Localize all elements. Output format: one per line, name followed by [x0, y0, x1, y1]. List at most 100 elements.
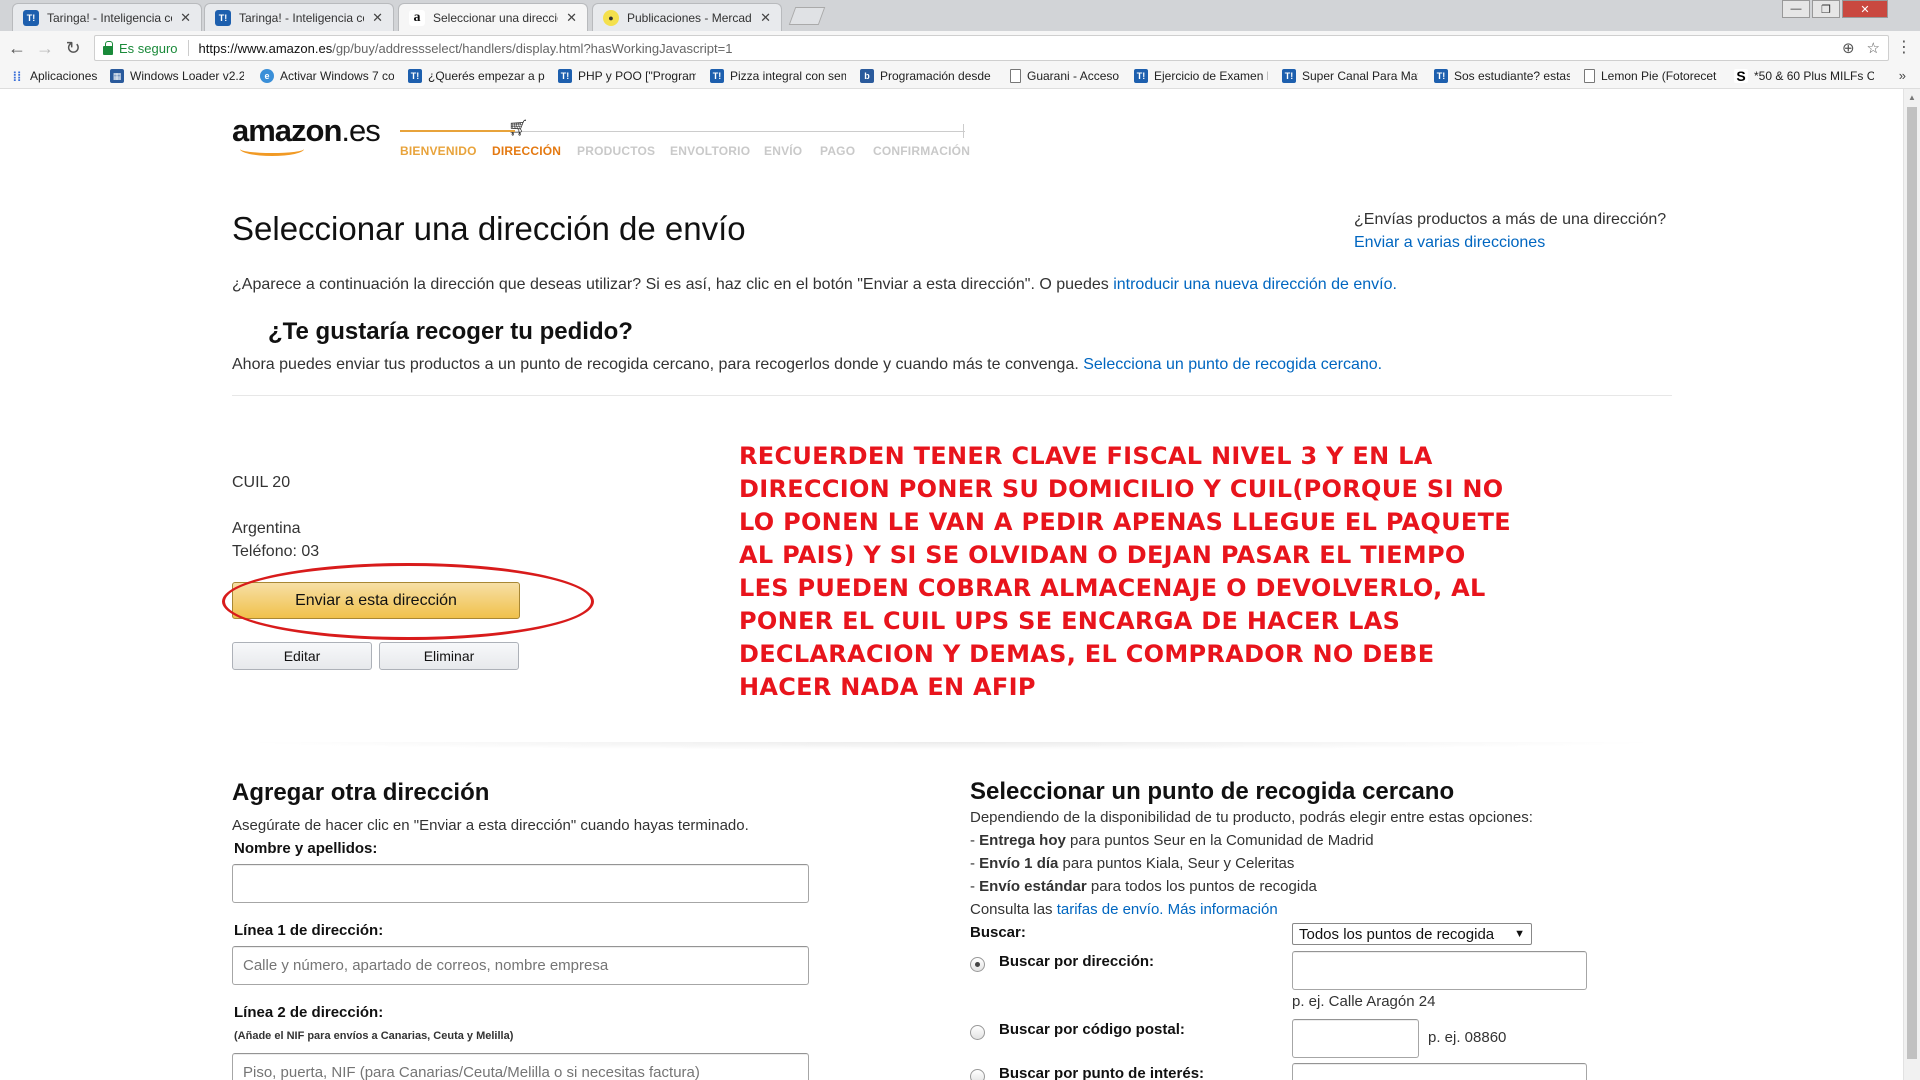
- page-icon: [1010, 69, 1021, 83]
- tab-title: Taringa! - Inteligencia co: [47, 10, 173, 25]
- omnibox-actions: ⊕ ☆: [1842, 39, 1880, 57]
- bookmarks-bar: ⁞⁞ Aplicaciones ▦ Windows Loader v2.2 e Act…: [0, 65, 1920, 89]
- pickup-type-select[interactable]: Todos los puntos de recogida ▼: [1292, 923, 1532, 945]
- address-bar[interactable]: Es seguro https://www.amazon.es/gp/buy/a…: [94, 35, 1889, 61]
- tab-close-icon[interactable]: ✕: [566, 10, 577, 26]
- address-example: p. ej. Calle Aragón 24: [1292, 993, 1436, 1010]
- pickup-paragraph: Ahora puedes enviar tus productos a un p…: [232, 356, 1382, 374]
- pickup-option-text: para todos los puntos de recogida: [1086, 878, 1317, 895]
- section-divider: [232, 395, 1672, 396]
- bookmarks-more-icon[interactable]: »: [1899, 68, 1906, 83]
- bookmark-item[interactable]: T! Super Canal Para Mat: [1282, 69, 1418, 83]
- postcode-example: p. ej. 08860: [1428, 1029, 1507, 1046]
- new-tab-button[interactable]: [788, 7, 826, 25]
- select-value: Todos los puntos de recogida: [1299, 925, 1495, 943]
- back-arrow-icon[interactable]: ←: [6, 37, 28, 59]
- pickup-point-desc: Dependiendo de la disponibilidad de tu p…: [970, 809, 1533, 826]
- taringa-icon: T!: [1282, 69, 1296, 83]
- restore-icon[interactable]: ❐: [1812, 0, 1840, 18]
- multi-address-link[interactable]: Enviar a varias direcciones: [1354, 234, 1545, 252]
- taringa-icon: T!: [558, 69, 572, 83]
- taringa-icon: T!: [710, 69, 724, 83]
- bookmark-item[interactable]: T! PHP y POO ["Program: [558, 69, 696, 83]
- page-icon: [1584, 69, 1595, 83]
- bookmark-item[interactable]: Guarani - Acceso: [1010, 69, 1122, 83]
- address-line2-label: Línea 2 de dirección:: [234, 1004, 384, 1021]
- bookmark-label: Programación desde: [880, 69, 991, 83]
- pickup-point-link[interactable]: Selecciona un punto de recogida cercano.: [1083, 356, 1382, 373]
- bookmark-label: Guarani - Acceso: [1027, 69, 1120, 83]
- mercadolibre-favicon-icon: ●: [603, 9, 619, 26]
- tab-title: Taringa! - Inteligencia co: [239, 10, 365, 25]
- window-close-icon[interactable]: ✕: [1842, 0, 1888, 18]
- pickup-option-bold: Envío estándar: [979, 878, 1087, 895]
- bookmark-item[interactable]: T! Sos estudiante? estas: [1434, 69, 1570, 83]
- bookmark-apps[interactable]: ⁞⁞ Aplicaciones: [10, 69, 102, 83]
- address-line2-input[interactable]: [232, 1053, 809, 1080]
- browser-toolbar: ← → ↻ Es seguro https://www.amazon.es/gp…: [0, 31, 1920, 65]
- poi-input[interactable]: [1292, 1063, 1587, 1080]
- address-line1-input[interactable]: [232, 946, 809, 985]
- step-envio: ENVÍO: [764, 144, 803, 158]
- search-by-address-label: Buscar por dirección:: [999, 953, 1155, 970]
- zoom-icon[interactable]: ⊕: [1842, 39, 1855, 57]
- edit-address-button[interactable]: Editar: [232, 642, 372, 670]
- amazon-smile-icon: [240, 142, 304, 156]
- tab-close-icon[interactable]: ✕: [180, 10, 191, 26]
- new-address-link[interactable]: introducir una nueva dirección de envío.: [1113, 276, 1397, 293]
- bookmark-item[interactable]: ▦ Windows Loader v2.2: [110, 69, 244, 83]
- pickup-option-text: para puntos Seur en la Comunidad de Madr…: [1065, 832, 1374, 849]
- bookmark-star-icon[interactable]: ☆: [1867, 39, 1880, 57]
- scroll-up-icon[interactable]: ▲: [1908, 93, 1916, 102]
- page-scrollbar[interactable]: ▲: [1903, 89, 1920, 1080]
- taringa-icon: T!: [1434, 69, 1448, 83]
- bookmark-label: PHP y POO ["Program: [578, 69, 696, 83]
- tab-close-icon[interactable]: ✕: [372, 10, 383, 26]
- search-by-poi-radio[interactable]: [970, 1069, 985, 1080]
- name-input[interactable]: [232, 864, 809, 903]
- add-address-subtitle: Asegúrate de hacer clic en "Enviar a est…: [232, 817, 749, 834]
- bookmark-item[interactable]: b Programación desde: [860, 69, 994, 83]
- address-country: Argentina: [232, 520, 301, 537]
- bookmark-item[interactable]: Lemon Pie (Fotorecet: [1584, 69, 1718, 83]
- pickup-option: - Envío 1 día para puntos Kiala, Seur y …: [970, 855, 1295, 872]
- scrollbar-thumb[interactable]: [1907, 107, 1917, 1059]
- tab-close-icon[interactable]: ✕: [760, 10, 771, 26]
- pickup-option-text: para puntos Kiala, Seur y Celeritas: [1058, 855, 1295, 872]
- pickup-address-input[interactable]: [1292, 951, 1587, 990]
- delete-address-button[interactable]: Eliminar: [379, 642, 519, 670]
- bookmark-item[interactable]: T! ¿Querés empezar a p: [408, 69, 546, 83]
- bookmark-label: *50 & 60 Plus MILFs C: [1754, 69, 1874, 83]
- dropdown-arrow-icon: ▼: [1514, 928, 1525, 940]
- logo-tld: .es: [341, 113, 380, 148]
- pickup-point-heading: Seleccionar un punto de recogida cercano: [970, 778, 1455, 805]
- postcode-input[interactable]: [1292, 1019, 1419, 1058]
- browser-tab-active[interactable]: a Seleccionar una dirección ✕: [398, 3, 588, 31]
- bookmark-item[interactable]: T! Pizza integral con sem: [710, 69, 846, 83]
- browser-tab[interactable]: T! Taringa! - Inteligencia co ✕: [204, 3, 394, 31]
- secure-label: Es seguro: [119, 40, 178, 56]
- search-by-address-radio[interactable]: [970, 957, 985, 972]
- browser-tab[interactable]: T! Taringa! - Inteligencia co ✕: [12, 3, 202, 31]
- intro-paragraph: ¿Aparece a continuación la dirección que…: [232, 276, 1397, 294]
- browser-menu-icon[interactable]: ⋮: [1896, 37, 1912, 57]
- step-bienvenido: BIENVENIDO: [400, 144, 477, 158]
- bookmark-item[interactable]: S *50 & 60 Plus MILFs C: [1734, 69, 1874, 83]
- step-envoltorio: ENVOLTORIO: [670, 144, 751, 158]
- reload-icon[interactable]: ↻: [62, 37, 84, 59]
- shipping-rates-link[interactable]: tarifas de envío.: [1057, 901, 1164, 918]
- pickup-option-bold: Entrega hoy: [979, 832, 1066, 849]
- taringa-icon: T!: [1134, 69, 1148, 83]
- pickup-text: Ahora puedes enviar tus productos a un p…: [232, 356, 1084, 373]
- bookmark-item[interactable]: e Activar Windows 7 co: [260, 69, 394, 83]
- minimize-icon[interactable]: —: [1782, 0, 1810, 18]
- pickup-option: - Entrega hoy para puntos Seur en la Com…: [970, 832, 1374, 849]
- bookmark-item[interactable]: T! Ejercicio de Examen F: [1134, 69, 1268, 83]
- forward-arrow-icon[interactable]: →: [34, 37, 56, 59]
- multi-address-question: ¿Envías productos a más de una dirección…: [1354, 211, 1667, 228]
- more-info-link[interactable]: Más información: [1168, 901, 1278, 918]
- windows-loader-icon: ▦: [110, 69, 124, 83]
- search-by-postcode-radio[interactable]: [970, 1025, 985, 1040]
- browser-tab[interactable]: ● Publicaciones - Mercado ✕: [592, 3, 782, 31]
- bookmark-label: Activar Windows 7 co: [280, 69, 394, 83]
